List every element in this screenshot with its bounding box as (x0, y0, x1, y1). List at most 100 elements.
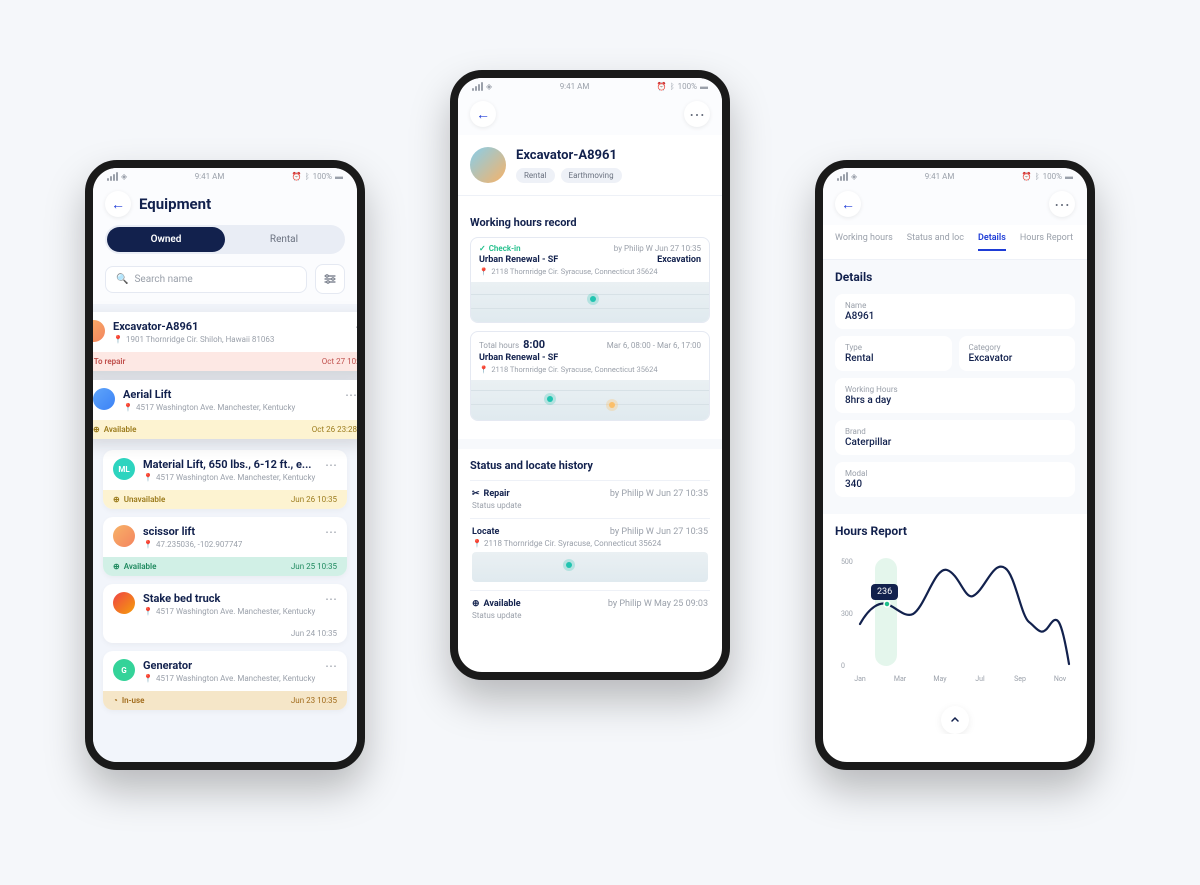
back-button[interactable]: ← (105, 191, 131, 217)
tab-details[interactable]: Details (978, 233, 1006, 251)
timestamp: Jun 25 10:35 (291, 562, 337, 571)
clock-icon: ◔ (113, 696, 118, 705)
record-card[interactable]: ✓Check-in by Philip W Jun 27 10:35 Urban… (470, 237, 710, 323)
pin-icon: 📍 (123, 403, 133, 412)
card-more-button[interactable]: ⋯ (345, 388, 357, 402)
map-preview[interactable] (472, 552, 708, 582)
map-preview[interactable] (471, 380, 709, 420)
tab-hours-report[interactable]: Hours Report (1020, 233, 1073, 251)
globe-icon: ⊕ (113, 495, 120, 504)
alarm-icon: ⏰ (292, 172, 302, 181)
equipment-avatar: G (113, 659, 135, 681)
record-card[interactable]: Total hours8:00 Mar 6, 08:00 - Mar 6, 17… (470, 331, 710, 421)
timestamp: Jun 23 10:35 (291, 696, 337, 705)
wifi-icon: ◈ (486, 82, 492, 91)
more-button[interactable]: ⋯ (1049, 191, 1075, 217)
tab-rental[interactable]: Rental (225, 227, 343, 252)
timestamp: Jun 24 10:35 (291, 629, 337, 638)
equipment-name: scissor lift (143, 525, 242, 538)
status-bar: ◈ 9:41 AM ⏰ᛒ100%▬ (93, 168, 357, 183)
equipment-avatar (470, 147, 506, 183)
svg-text:0: 0 (841, 662, 845, 670)
filter-button[interactable] (315, 264, 345, 294)
badge-rental: Rental (516, 168, 555, 183)
equipment-card[interactable]: G Generator 📍4517 Washington Ave. Manche… (103, 651, 347, 710)
equipment-card[interactable]: Excavator-A8961 📍1901 Thornridge Cir. Sh… (85, 312, 365, 371)
history-row[interactable]: ⊕Available by Philip W May 25 09:03 Stat… (470, 590, 710, 628)
sliders-icon (323, 272, 337, 286)
pin-icon: 📍 (113, 335, 123, 344)
timestamp: Oct 27 10:35 (322, 357, 365, 366)
pin-icon: 📍 (143, 674, 153, 683)
equipment-avatar (113, 525, 135, 547)
field-type: Type Rental (835, 336, 952, 371)
status-time: 9:41 AM (560, 82, 590, 91)
chart-tooltip: 236 (871, 584, 898, 600)
status-bar: ◈ 9:41 AM ⏰ᛒ100%▬ (458, 78, 722, 93)
equipment-name: Generator (143, 659, 315, 672)
section-status-history: Status and locate history (470, 459, 710, 472)
field-modal: Modal 340 (835, 462, 1075, 497)
svg-text:May: May (933, 675, 947, 683)
history-row[interactable]: ✂Repair by Philip W Jun 27 10:35 Status … (470, 480, 710, 518)
tab-owned[interactable]: Owned (107, 227, 225, 252)
equipment-card[interactable]: Aerial Lift 📍4517 Washington Ave. Manche… (85, 380, 365, 439)
search-input[interactable]: 🔍 Search name (105, 266, 307, 293)
status-time: 9:41 AM (925, 172, 955, 181)
equipment-card[interactable]: ML Material Lift, 650 lbs., 6-12 ft., e.… (103, 450, 347, 509)
battery-icon: ▬ (700, 82, 708, 91)
equipment-card[interactable]: Stake bed truck 📍4517 Washington Ave. Ma… (103, 584, 347, 643)
wifi-icon: ◈ (121, 172, 127, 181)
equipment-avatar (113, 592, 135, 614)
section-working-hours: Working hours record (470, 216, 710, 229)
back-button[interactable]: ← (835, 191, 861, 217)
svg-text:500: 500 (841, 558, 853, 566)
globe-icon: ⊕ (93, 425, 100, 434)
alarm-icon: ⏰ (657, 82, 667, 91)
history-row[interactable]: Locate by Philip W Jun 27 10:35 📍 2118 T… (470, 518, 710, 590)
card-more-button[interactable]: ⋯ (325, 659, 337, 673)
svg-text:Mar: Mar (894, 675, 907, 683)
card-more-button[interactable]: ⋯ (325, 458, 337, 472)
equipment-avatar (93, 388, 115, 410)
equipment-name: Material Lift, 650 lbs., 6-12 ft., e... (143, 458, 315, 471)
back-button[interactable]: ← (470, 101, 496, 127)
equipment-name: Stake bed truck (143, 592, 315, 605)
equipment-avatar (85, 320, 105, 342)
equipment-title: Excavator-A8961 (516, 148, 622, 163)
timestamp: Jun 26 10:35 (291, 495, 337, 504)
search-icon: 🔍 (116, 274, 128, 285)
map-preview[interactable] (471, 282, 709, 322)
more-button[interactable]: ⋯ (684, 101, 710, 127)
tab-status-loc[interactable]: Status and loc (907, 233, 964, 251)
badge-category: Earthmoving (561, 168, 622, 183)
field-category: Category Excavator (959, 336, 1076, 371)
card-more-button[interactable]: ⋯ (355, 320, 365, 334)
chart-heading: Hours Report (823, 514, 1087, 542)
equipment-name: Aerial Lift (123, 388, 295, 401)
timestamp: Oct 26 23:28 (312, 425, 357, 434)
svg-text:Sep: Sep (1014, 675, 1026, 683)
equipment-card[interactable]: scissor lift 📍47.235036, -102.907747 ⋯ ⊕… (103, 517, 347, 576)
field-brand: Brand Caterpillar (835, 420, 1075, 455)
tab-working-hours[interactable]: Working hours (835, 233, 893, 251)
card-more-button[interactable]: ⋯ (325, 592, 337, 606)
equipment-name: Excavator-A8961 (113, 320, 274, 333)
chevron-up-icon (950, 715, 960, 725)
page-title: Equipment (139, 195, 211, 213)
field-name: Name A8961 (835, 294, 1075, 329)
checkin-icon: ✓ (479, 244, 486, 253)
battery-icon: ▬ (335, 172, 343, 181)
svg-text:Jul: Jul (975, 675, 985, 683)
scroll-top-button[interactable] (941, 706, 969, 734)
bluetooth-icon: ᛒ (1035, 172, 1040, 181)
pin-icon: 📍 (143, 540, 153, 549)
pin-icon: 📍 (472, 539, 482, 548)
globe-icon: ⊕ (113, 562, 120, 571)
bluetooth-icon: ᛒ (670, 82, 675, 91)
battery-icon: ▬ (1065, 172, 1073, 181)
svg-text:Jan: Jan (854, 675, 866, 683)
tabs: Working hours Status and loc Details Hou… (823, 225, 1087, 260)
hours-chart[interactable]: 500 300 0 Jan Mar May Jul Sep Nov 236 (823, 542, 1087, 698)
card-more-button[interactable]: ⋯ (325, 525, 337, 539)
